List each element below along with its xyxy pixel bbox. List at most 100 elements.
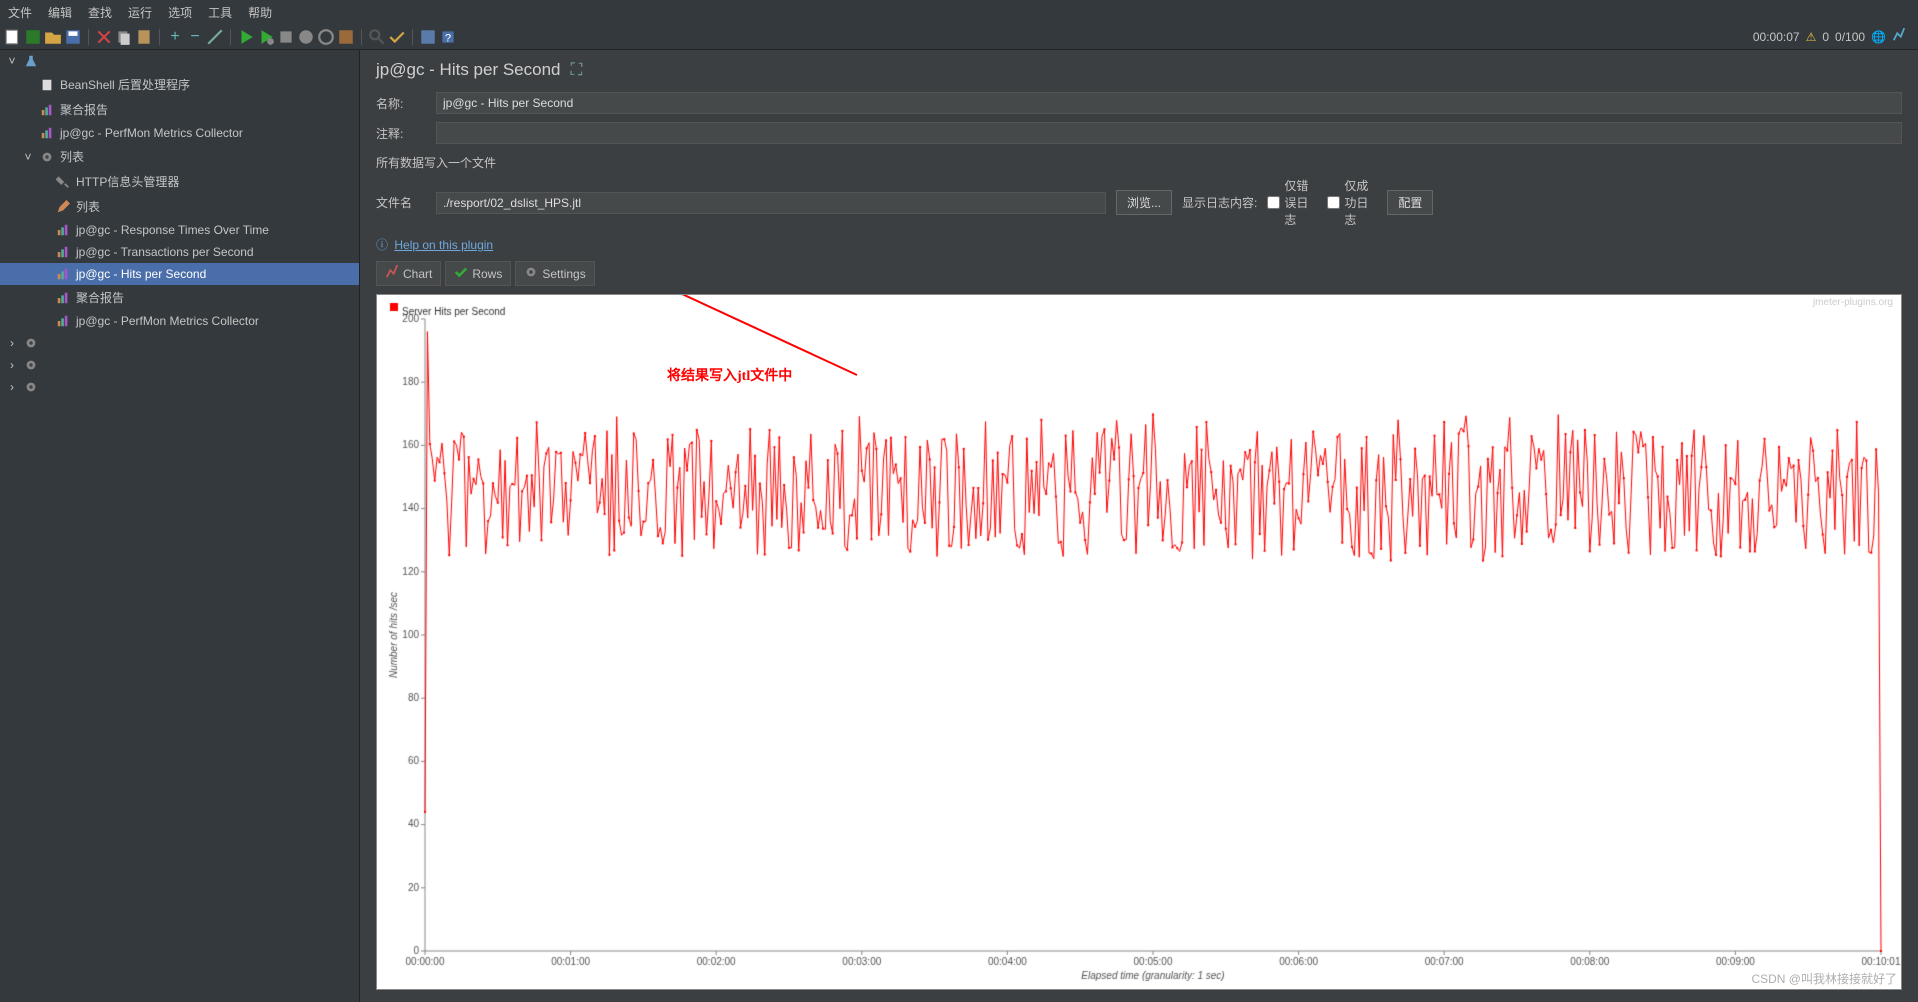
tree-item-0[interactable]: ˅ [0,50,359,72]
chart-icon [56,223,70,237]
menu-工具[interactable]: 工具 [208,4,232,21]
chart-icon [56,245,70,259]
tree-item-14[interactable]: › [0,376,359,398]
save-icon[interactable] [64,28,82,46]
menu-文件[interactable]: 文件 [8,4,32,21]
tree-item-13[interactable]: › [0,354,359,376]
minus-icon[interactable]: − [186,28,204,46]
menu-运行[interactable]: 运行 [128,4,152,21]
chart-area: jmeter-plugins.org 将结果写入jtl文件中 CSDN @叫我林… [376,294,1902,990]
menu-查找[interactable]: 查找 [88,4,112,21]
tree-label: 聚合报告 [60,101,108,118]
expander-icon[interactable]: › [6,358,18,372]
chart-icon [56,267,70,281]
svg-text:?: ? [445,32,451,44]
tabbar: Chart Rows Settings [360,257,1918,290]
graph-icon[interactable] [1892,28,1906,45]
note-label: 注释: [376,125,426,142]
tree-item-8[interactable]: jp@gc - Transactions per Second [0,241,359,263]
new-icon[interactable] [4,28,22,46]
tab-label: Rows [472,267,502,281]
tree-item-6[interactable]: 列表 [0,194,359,219]
tree-item-4[interactable]: ˅ 列表 [0,144,359,169]
template-icon[interactable] [24,28,42,46]
menu-帮助[interactable]: 帮助 [248,4,272,21]
tab-chart[interactable]: Chart [376,261,441,286]
clearall-icon[interactable] [337,28,355,46]
only-error-checkbox[interactable]: 仅错误日志 [1267,177,1317,228]
tree-item-3[interactable]: jp@gc - PerfMon Metrics Collector [0,122,359,144]
cut-icon[interactable] [95,28,113,46]
name-label: 名称: [376,95,426,112]
content-panel: jp@gc - Hits per Second ⛶ 名称: 注释: 所有数据写入… [360,50,1918,1002]
tree-item-10[interactable]: 聚合报告 [0,285,359,310]
tree-item-2[interactable]: 聚合报告 [0,97,359,122]
help-icon[interactable]: ? [439,28,457,46]
tab-label: Chart [403,267,432,281]
wand-icon[interactable] [206,28,224,46]
tree-item-11[interactable]: jp@gc - PerfMon Metrics Collector [0,310,359,332]
tree-label: 聚合报告 [76,289,124,306]
gear-icon [24,358,38,372]
menu-编辑[interactable]: 编辑 [48,4,72,21]
file-section-label: 所有数据写入一个文件 [360,148,1918,173]
csdn-watermark: CSDN @叫我林接接就好了 [1751,970,1897,987]
chart-watermark: jmeter-plugins.org [1813,297,1893,308]
help-link[interactable]: Help on this plugin [394,238,493,252]
menubar: 文件编辑查找运行选项工具帮助 [0,0,1918,24]
expander-icon[interactable]: › [6,336,18,350]
clear-icon[interactable] [317,28,335,46]
clear-results-icon[interactable] [388,28,406,46]
tab-rows[interactable]: Rows [445,261,511,286]
tree-label: jp@gc - PerfMon Metrics Collector [76,314,259,328]
shutdown-icon[interactable] [297,28,315,46]
function-icon[interactable] [419,28,437,46]
file-label: 文件名 [376,194,426,211]
tree-item-12[interactable]: › [0,332,359,354]
tree-item-7[interactable]: jp@gc - Response Times Over Time [0,219,359,241]
chart-icon [56,291,70,305]
plus-icon[interactable]: + [166,28,184,46]
config-button[interactable]: 配置 [1387,190,1433,215]
tree-label: jp@gc - Response Times Over Time [76,223,269,237]
chart-icon [40,126,54,140]
file-input[interactable] [436,192,1106,214]
open-icon[interactable] [44,28,62,46]
browse-button[interactable]: 浏览... [1116,190,1172,215]
doc-icon [40,78,54,92]
tab-settings[interactable]: Settings [515,261,594,286]
expander-icon[interactable]: › [6,380,18,394]
globe-icon[interactable]: 🌐 [1871,30,1886,44]
expander-icon[interactable]: ˅ [6,54,18,68]
tree-label: BeanShell 后置处理程序 [60,76,190,93]
chart-icon [40,103,54,117]
run-icon[interactable] [237,28,255,46]
wrench-icon [56,175,70,189]
tab-icon [385,265,399,282]
search-icon[interactable] [368,28,386,46]
display-log-label: 显示日志内容: [1182,194,1257,211]
tree-item-1[interactable]: BeanShell 后置处理程序 [0,72,359,97]
pencil-icon [56,200,70,214]
tab-icon [454,265,468,282]
stop-icon[interactable] [277,28,295,46]
expand-icon[interactable]: ⛶ [571,60,583,80]
copy-icon[interactable] [115,28,133,46]
warn-count: 0 [1822,30,1829,44]
toolbar: + − ? 00:00:07 ⚠ 0 0/100 🌐 [0,24,1918,50]
tree-label: 列表 [76,198,100,215]
note-input[interactable] [436,122,1902,144]
tree-label: 列表 [60,148,84,165]
warn-icon[interactable]: ⚠ [1806,30,1817,44]
chart-icon [56,314,70,328]
tree-item-9[interactable]: jp@gc - Hits per Second [0,263,359,285]
gear-icon [40,150,54,164]
info-icon: ⓘ [376,238,388,252]
paste-icon[interactable] [135,28,153,46]
only-success-checkbox[interactable]: 仅成功日志 [1327,177,1377,228]
menu-选项[interactable]: 选项 [168,4,192,21]
expander-icon[interactable]: ˅ [22,150,34,164]
run-noclear-icon[interactable] [257,28,275,46]
name-input[interactable] [436,92,1902,114]
tree-item-5[interactable]: HTTP信息头管理器 [0,169,359,194]
